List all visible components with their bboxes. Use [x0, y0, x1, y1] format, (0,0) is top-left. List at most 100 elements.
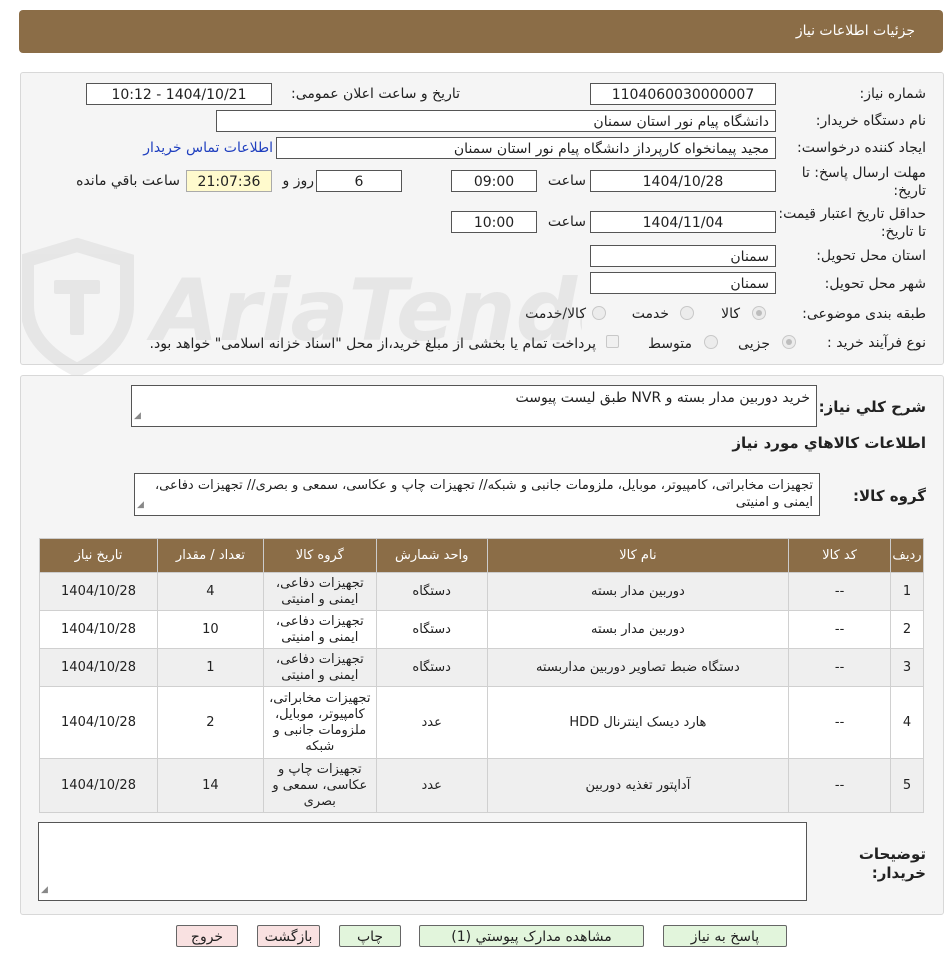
- description-text: خرید دوربین مدار بسته و NVR طبق لیست پیو…: [515, 390, 810, 406]
- process-option-minor: جزیی: [738, 336, 770, 352]
- category-label: طبقه بندی موضوعی:: [802, 306, 926, 322]
- buyer-contact-link[interactable]: اطلاعات تماس خریدار: [143, 140, 273, 156]
- category-radio-both[interactable]: [592, 306, 606, 320]
- cell-quantity: 4: [157, 572, 264, 611]
- category-radio-service[interactable]: [680, 306, 694, 320]
- cell-item-code: --: [788, 758, 892, 813]
- cell-unit: دستگاه: [375, 572, 488, 611]
- cell-quantity: 10: [157, 610, 264, 649]
- col-header-item-code: کد کالا: [788, 538, 892, 573]
- validity-time-label: ساعت: [547, 214, 586, 230]
- goods-group-field: تجهیزات مخابراتی، کامپیوتر، موبایل، ملزو…: [134, 473, 820, 516]
- buyer-notes-label: توضیحات خریدار:: [858, 845, 926, 882]
- col-header-unit: واحد شمارش: [375, 538, 488, 573]
- province-label: استان محل تحویل:: [816, 248, 926, 264]
- cell-unit: دستگاه: [375, 648, 488, 687]
- cell-unit: عدد: [375, 758, 488, 813]
- validity-label: حداقل تاریخ اعتبار قیمت: تا تاریخ:: [778, 206, 926, 240]
- cell-need-date: 1404/10/28: [39, 610, 158, 649]
- cell-item-code: --: [788, 686, 892, 759]
- province-field: سمنان: [590, 245, 776, 267]
- cell-row-number: 1: [890, 572, 924, 611]
- col-header-row-number: ردیف: [890, 538, 924, 573]
- cell-unit: دستگاه: [375, 610, 488, 649]
- cell-quantity: 2: [157, 686, 264, 759]
- cell-item-name: دوربین مدار بسته: [486, 610, 790, 649]
- col-header-item-name: نام کالا: [486, 538, 790, 573]
- cell-item-name: آداپتور تغذیه دوربین: [486, 758, 790, 813]
- process-radio-minor[interactable]: [782, 335, 796, 349]
- resize-grip-icon: ◢: [41, 885, 48, 895]
- col-header-item-group: گروه کالا: [262, 538, 377, 573]
- page-header: جزئیات اطلاعات نیاز: [19, 10, 943, 53]
- cell-item-name: دوربین مدار بسته: [486, 572, 790, 611]
- page-title: جزئیات اطلاعات نیاز: [795, 23, 915, 39]
- days-label: روز و: [282, 173, 315, 189]
- process-label: نوع فرآیند خرید :: [827, 335, 926, 351]
- col-header-need-date: تاریخ نیاز: [39, 538, 158, 573]
- remaining-time-label: ساعت باقي مانده: [76, 173, 180, 189]
- resize-grip-icon: ◢: [134, 411, 141, 421]
- cell-item-group: تجهیزات دفاعی، ایمنی و امنیتی: [262, 610, 377, 649]
- announce-label: تاریخ و ساعت اعلان عمومی:: [291, 86, 460, 102]
- back-button[interactable]: بازگشت: [257, 925, 320, 947]
- cell-item-name: هارد دیسک اینترنال HDD: [486, 686, 790, 759]
- need-number-label: شماره نیاز:: [859, 86, 927, 102]
- table-row: 3 -- دستگاه ضبط تصاویر دوربین مداربسته د…: [39, 648, 924, 687]
- goods-section-title: اطلاعات کالاهاي مورد نياز: [732, 434, 926, 452]
- category-option-service: خدمت: [631, 306, 669, 322]
- view-attachments-button[interactable]: مشاهده مدارک پیوستي (1): [419, 925, 644, 947]
- goods-group-text: تجهیزات مخابراتی، کامپیوتر، موبایل، ملزو…: [154, 478, 813, 510]
- category-option-goods: کالا: [721, 306, 740, 322]
- cell-quantity: 1: [157, 648, 264, 687]
- cell-item-code: --: [788, 610, 892, 649]
- announce-field: 1404/10/21 - 10:12: [86, 83, 272, 105]
- cell-row-number: 3: [890, 648, 924, 687]
- cell-item-group: تجهیزات چاپ و عکاسی، سمعی و بصری: [262, 758, 377, 813]
- remaining-time-field: 21:07:36: [186, 170, 272, 192]
- cell-need-date: 1404/10/28: [39, 758, 158, 813]
- cell-unit: عدد: [375, 686, 488, 759]
- process-option-medium: متوسط: [648, 336, 692, 352]
- cell-need-date: 1404/10/28: [39, 572, 158, 611]
- deadline-date-field: 1404/10/28: [590, 170, 776, 192]
- days-remaining-field: 6: [316, 170, 402, 192]
- cell-row-number: 4: [890, 686, 924, 759]
- treasury-payment-checkbox[interactable]: [606, 335, 619, 348]
- cell-item-name: دستگاه ضبط تصاویر دوربین مداربسته: [486, 648, 790, 687]
- cell-item-group: تجهیزات دفاعی، ایمنی و امنیتی: [262, 572, 377, 611]
- cell-need-date: 1404/10/28: [39, 686, 158, 759]
- deadline-time-field: 09:00: [451, 170, 537, 192]
- goods-group-label: گروه کالا:: [853, 487, 926, 505]
- buyer-notes-field: ◢: [38, 822, 807, 901]
- cell-quantity: 14: [157, 758, 264, 813]
- resize-grip-icon: ◢: [137, 500, 144, 510]
- goods-table: ردیف کد کالا نام کالا واحد شمارش گروه کا…: [39, 538, 924, 813]
- category-option-both: کالا/خدمت: [525, 306, 586, 322]
- need-number-field: 1104060030000007: [590, 83, 776, 105]
- cell-row-number: 2: [890, 610, 924, 649]
- exit-button[interactable]: خروج: [176, 925, 238, 947]
- requester-field: مجید پیمانخواه کارپرداز دانشگاه پیام نور…: [276, 137, 776, 159]
- buyer-field: دانشگاه پیام نور استان سمنان: [216, 110, 776, 132]
- table-header-row: ردیف کد کالا نام کالا واحد شمارش گروه کا…: [39, 538, 924, 573]
- table-row: 4 -- هارد دیسک اینترنال HDD عدد تجهیزات …: [39, 686, 924, 759]
- print-button[interactable]: چاپ: [339, 925, 401, 947]
- validity-time-field: 10:00: [451, 211, 537, 233]
- category-radio-goods[interactable]: [752, 306, 766, 320]
- buyer-label: نام دستگاه خریدار:: [815, 113, 926, 129]
- cell-need-date: 1404/10/28: [39, 648, 158, 687]
- validity-date-field: 1404/11/04: [590, 211, 776, 233]
- city-label: شهر محل تحویل:: [824, 276, 926, 292]
- reply-to-need-button[interactable]: پاسخ به نیاز: [663, 925, 787, 947]
- process-radio-medium[interactable]: [704, 335, 718, 349]
- cell-item-group: تجهیزات مخابراتی، کامپیوتر، موبایل، ملزو…: [262, 686, 377, 759]
- description-label: شرح کلي نياز:: [818, 398, 926, 416]
- treasury-payment-note: پرداخت تمام یا بخشی از مبلغ خرید،از محل …: [149, 336, 596, 352]
- deadline-label: مهلت ارسال پاسخ: تا تاریخ:: [801, 165, 926, 199]
- description-field: خرید دوربین مدار بسته و NVR طبق لیست پیو…: [131, 385, 817, 427]
- deadline-time-label: ساعت: [547, 173, 586, 189]
- city-field: سمنان: [590, 272, 776, 294]
- cell-item-code: --: [788, 648, 892, 687]
- table-row: 5 -- آداپتور تغذیه دوربین عدد تجهیزات چا…: [39, 758, 924, 813]
